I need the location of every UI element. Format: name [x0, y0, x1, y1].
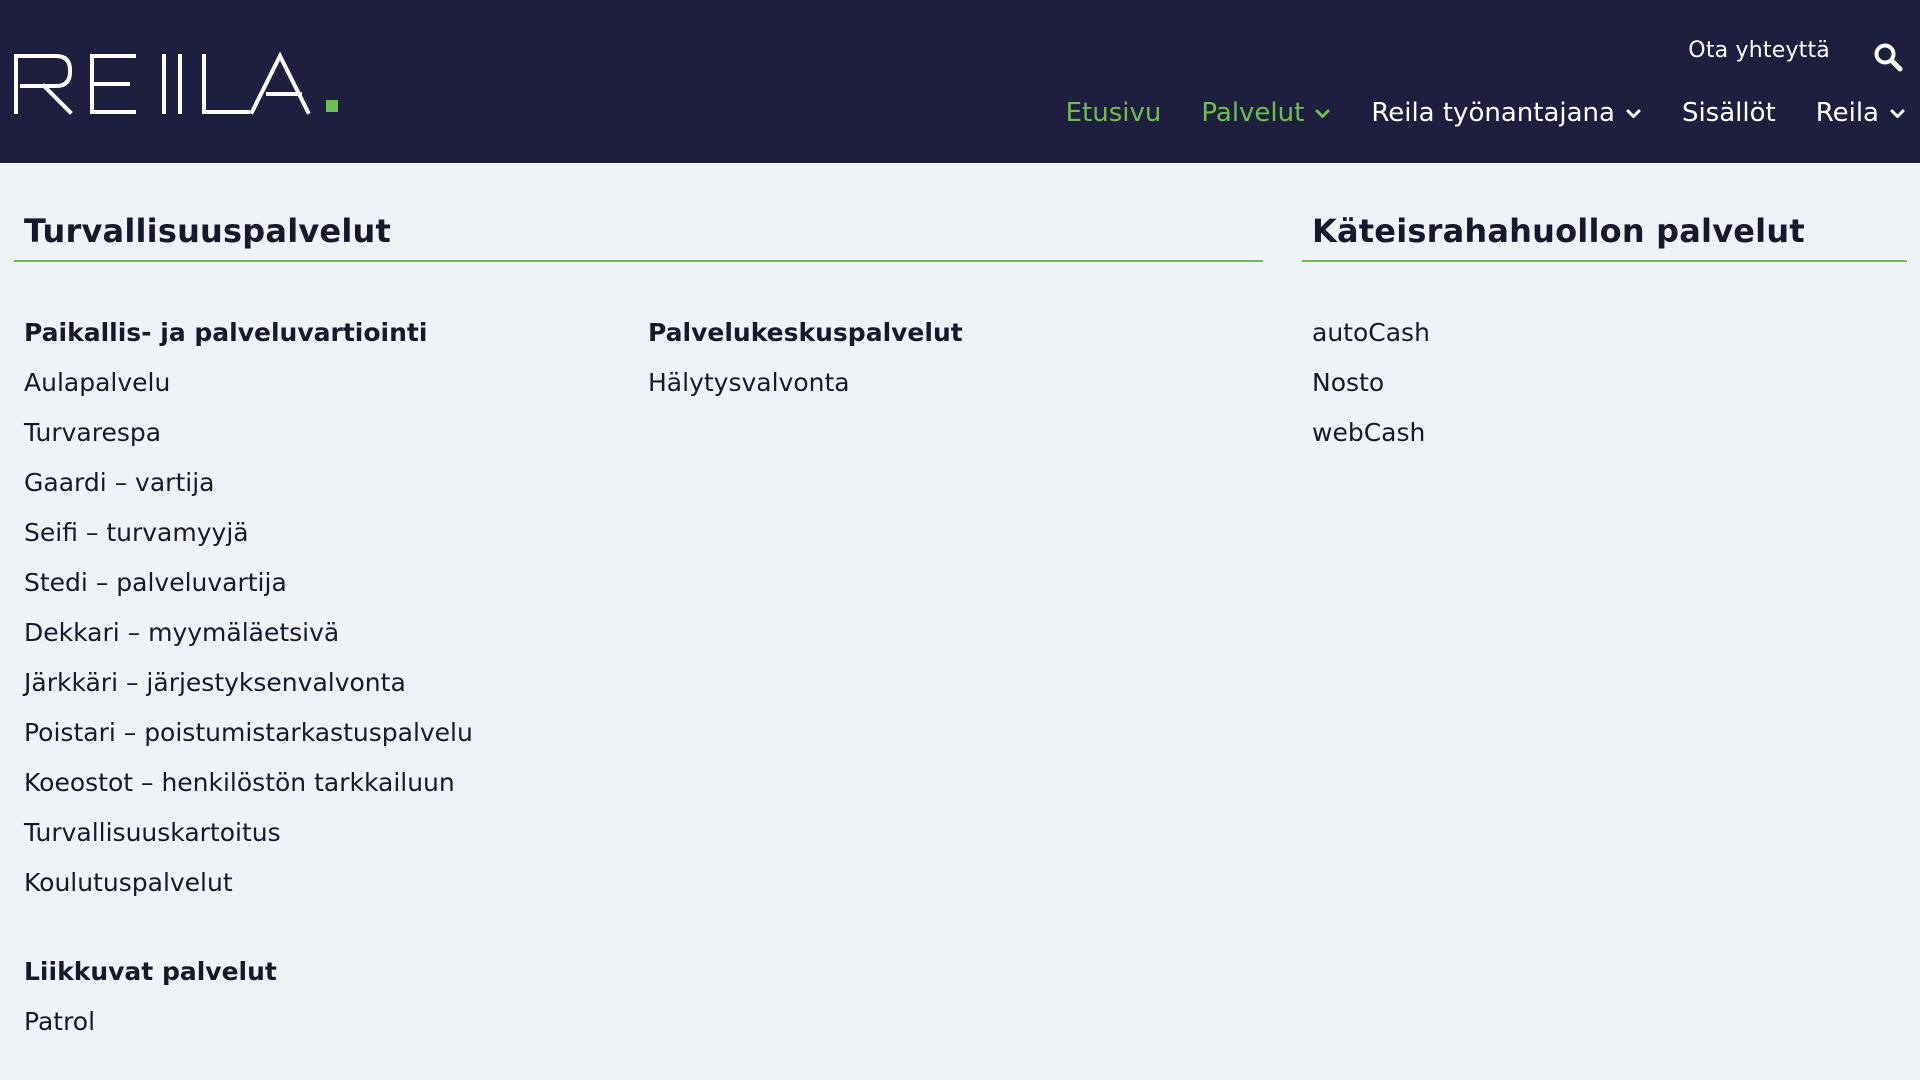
menu-heading-palvelukeskuspalvelut[interactable]: Palvelukeskuspalvelut	[648, 308, 963, 358]
contact-link[interactable]: Ota yhteyttä	[1688, 38, 1830, 63]
search-icon[interactable]	[1873, 42, 1903, 72]
menu-link-jarkkari[interactable]: Järkkäri – järjestyksenvalvonta	[24, 658, 473, 708]
menu-link-gaardi[interactable]: Gaardi – vartija	[24, 458, 473, 508]
section-divider	[1302, 260, 1907, 262]
security-services-title: Turvallisuuspalvelut	[24, 212, 391, 250]
chevron-down-icon	[1625, 105, 1642, 122]
menu-link-patrol[interactable]: Patrol	[24, 997, 473, 1047]
menu-link-halytysvalvonta[interactable]: Hälytysvalvonta	[648, 358, 963, 408]
cash-services-column: autoCash Nosto webCash	[1312, 308, 1430, 458]
menu-link-seifi[interactable]: Seifi – turvamyyjä	[24, 508, 473, 558]
reila-logo[interactable]	[14, 50, 340, 116]
menu-link-aulapalvelu[interactable]: Aulapalvelu	[24, 358, 473, 408]
nav-reila[interactable]: Reila	[1816, 98, 1906, 128]
nav-label: Reila	[1815, 98, 1879, 128]
menu-link-koulutuspalvelut[interactable]: Koulutuspalvelut	[24, 858, 473, 908]
menu-link-poistari[interactable]: Poistari – poistumistarkastuspalvelu	[24, 708, 473, 758]
main-navigation: Etusivu Palvelut Reila työnantajana Sisä…	[1066, 93, 1906, 133]
nav-sisallot[interactable]: Sisällöt	[1682, 98, 1776, 128]
nav-label: Etusivu	[1065, 98, 1162, 128]
chevron-down-icon	[1889, 105, 1906, 122]
menu-link-autocash[interactable]: autoCash	[1312, 308, 1430, 358]
menu-link-dekkari[interactable]: Dekkari – myymäläetsivä	[24, 608, 473, 658]
menu-link-turvarespa[interactable]: Turvarespa	[24, 408, 473, 458]
chevron-down-icon	[1314, 105, 1331, 122]
nav-label: Reila työnantajana	[1371, 98, 1615, 128]
menu-link-koeostot[interactable]: Koeostot – henkilöstön tarkkailuun	[24, 758, 473, 808]
nav-label: Sisällöt	[1681, 98, 1776, 128]
nav-label: Palvelut	[1201, 98, 1305, 128]
menu-link-webcash[interactable]: webCash	[1312, 408, 1430, 458]
security-column-1: Paikallis- ja palveluvartiointi Aulapalv…	[24, 308, 473, 1047]
nav-reila-tyonantajana[interactable]: Reila työnantajana	[1371, 98, 1642, 128]
nav-etusivu[interactable]: Etusivu	[1066, 98, 1162, 128]
menu-link-nosto[interactable]: Nosto	[1312, 358, 1430, 408]
menu-link-turvallisuuskartoitus[interactable]: Turvallisuuskartoitus	[24, 808, 473, 858]
menu-link-stedi[interactable]: Stedi – palveluvartija	[24, 558, 473, 608]
site-header: Ota yhteyttä Etusivu Palvelut Reila työn…	[0, 0, 1920, 163]
cash-services-title: Käteisrahahuollon palvelut	[1312, 212, 1805, 250]
section-divider	[14, 260, 1263, 262]
menu-heading-liikkuvat-palvelut[interactable]: Liikkuvat palvelut	[24, 947, 473, 997]
nav-palvelut[interactable]: Palvelut	[1201, 98, 1331, 128]
menu-heading-paikallisvartiointi[interactable]: Paikallis- ja palveluvartiointi	[24, 308, 473, 358]
security-column-2: Palvelukeskuspalvelut Hälytysvalvonta	[648, 308, 963, 408]
